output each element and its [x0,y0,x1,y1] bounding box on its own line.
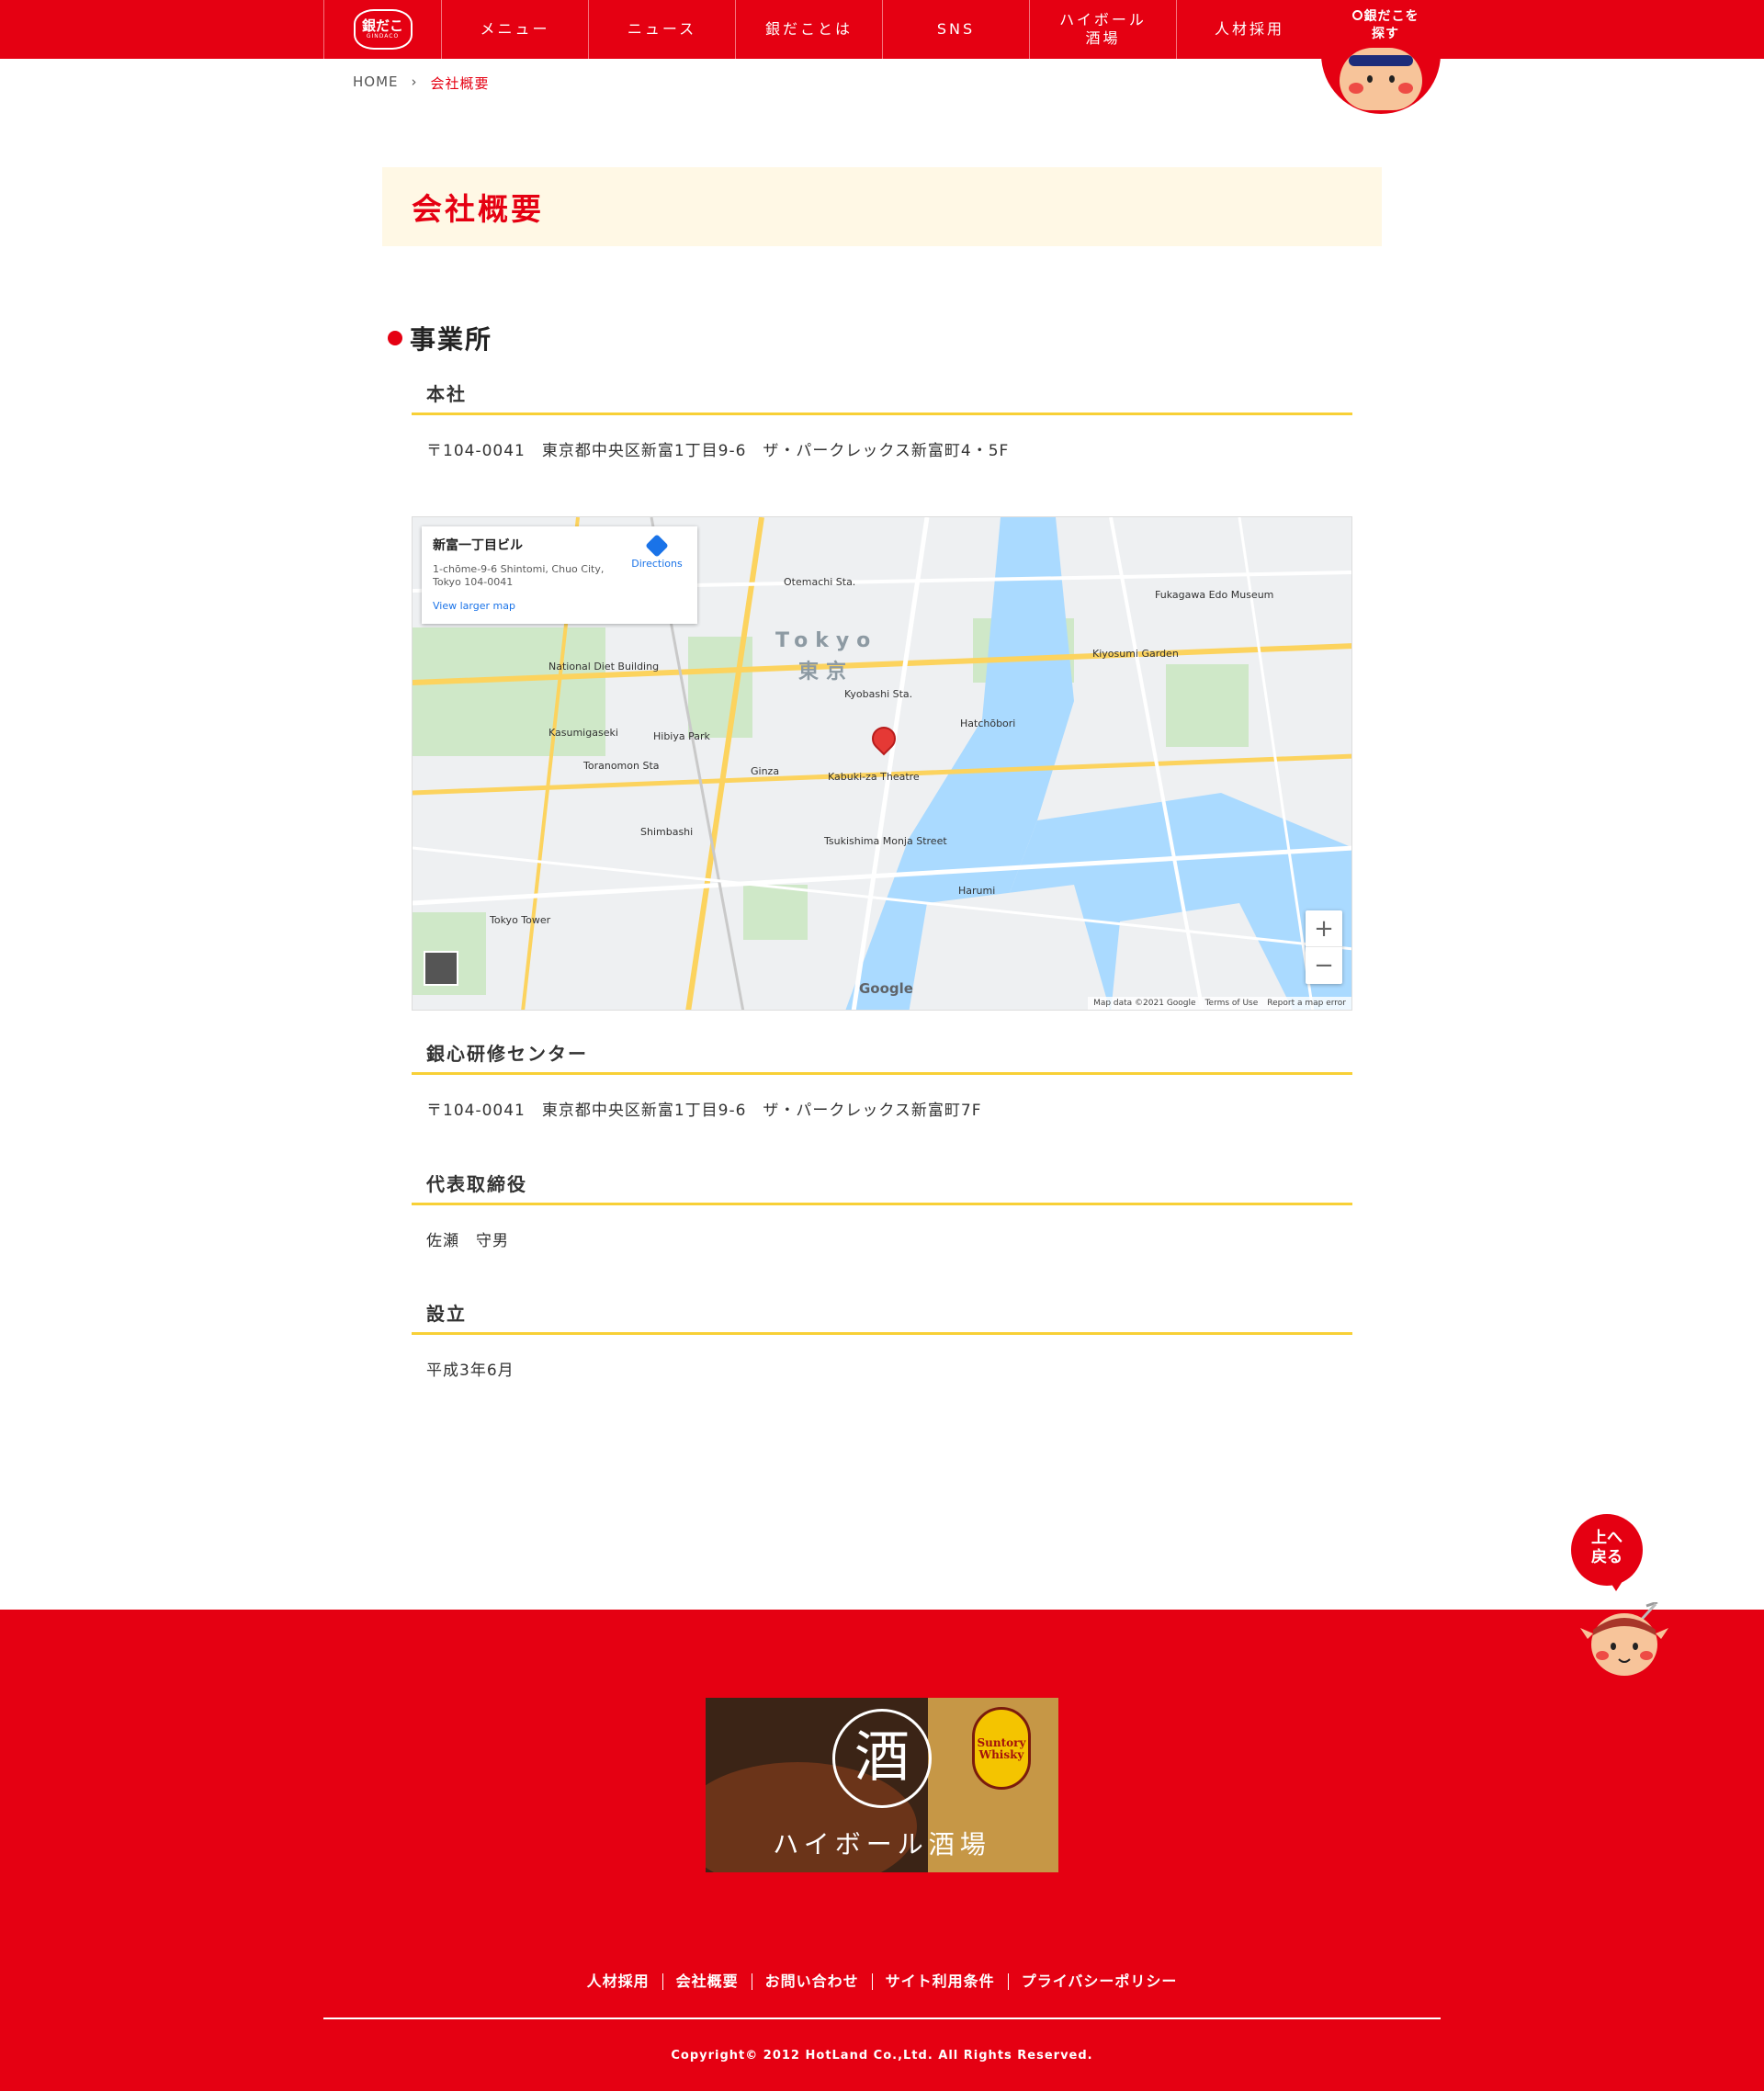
map-label-tokyo-en: Tokyo [775,629,878,652]
footer-link-company[interactable]: 会社概要 [662,1973,752,1990]
site-logo: 銀だこ GINDACO [353,9,413,50]
mascot-eye [1367,75,1373,83]
map-label-hibiya: Hibiya Park [653,730,710,742]
store-search-label: 銀だこを 探す [1340,8,1431,43]
mascot-headband [1349,55,1413,66]
hq-block: 本社 〒104-0041 東京都中央区新富1丁目9-6 ザ・パークレックス新富町… [412,379,1352,460]
footer-link-privacy[interactable]: プライバシーポリシー [1007,1973,1191,1990]
training-address: 〒104-0041 東京都中央区新富1丁目9-6 ザ・パークレックス新富町7F [426,1102,982,1120]
map-place-address: 1-chōme-9-6 Shintomi, Chuo City, Tokyo 1… [433,563,605,588]
map-data-credit: Map data ©2021 Google [1093,999,1196,1008]
breadcrumb-home[interactable]: HOME [353,73,399,93]
directions-label: Directions [631,558,683,570]
back-to-top-label: 上へ 戻る [1591,1529,1623,1566]
whisky-logo: Suntory Whisky [972,1707,1031,1790]
map-label-harumi: Harumi [958,885,996,897]
mascot-cheek [1398,83,1413,94]
map-label-tsukishima: Tsukishima Monja Street [824,835,947,847]
map-label-otemachi: Otemachi Sta. [784,576,856,588]
logo-text: 銀だこ [361,17,403,34]
ceo-block: 代表取締役 佐瀬 守男 [412,1169,1352,1250]
footer-link-contact[interactable]: お問い合わせ [751,1973,872,1990]
mascot-icon [1340,48,1422,110]
hq-label: 本社 [412,379,1352,415]
footer-links: 人材採用 会社概要 お問い合わせ サイト利用条件 プライバシーポリシー [0,1973,1764,1990]
takoyaki-mascot-icon[interactable] [1580,1602,1668,1681]
banner-caption: ハイボール酒場 [773,1829,991,1859]
map-label-kabukiza: Kabuki-za Theatre [828,771,920,783]
google-map[interactable]: Tokyo 東京 Hibiya Park Ginza Kabuki-za The… [412,516,1352,1011]
map-attribution: Map data ©2021 Google Terms of Use Repor… [1088,997,1351,1010]
nav-item-highball[interactable]: ハイボール 酒場 [1029,0,1176,59]
map-zoom-control: + − [1306,910,1342,984]
map-label-kyobashi: Kyobashi Sta. [844,688,913,700]
site-header: 銀だこ GINDACO メニュー ニュース 銀だことは SNS ハイボール 酒場… [0,0,1764,114]
map-label-fukagawa: Fukagawa Edo Museum [1155,589,1274,601]
google-logo: Google [859,980,913,997]
back-to-top-button[interactable]: 上へ 戻る [1571,1514,1643,1586]
map-label-hatchobori: Hatchōbori [960,718,1016,729]
map-label-tokyo-tower: Tokyo Tower [490,914,551,926]
mascot-cheek [1349,83,1363,94]
section-heading: 事業所 [388,320,492,356]
zoom-in-button[interactable]: + [1306,910,1342,947]
nav-item-highball-label: ハイボール 酒場 [1059,11,1147,47]
nav-item-menu[interactable]: メニュー [441,0,588,59]
page-title-box: 会社概要 [382,167,1382,246]
founded-block: 設立 平成3年6月 [412,1298,1352,1380]
view-larger-map-link[interactable]: View larger map [433,600,686,612]
global-nav: 銀だこ GINDACO メニュー ニュース 銀だことは SNS ハイボール 酒場… [323,0,1441,59]
footer-link-terms[interactable]: サイト利用条件 [871,1973,1008,1990]
hq-address: 〒104-0041 東京都中央区新富1丁目9-6 ザ・パークレックス新富町4・5… [426,442,1010,460]
directions-button[interactable]: Directions [628,534,686,570]
store-search-button[interactable]: 銀だこを 探す [1321,0,1441,114]
breadcrumb: HOME › 会社概要 [353,73,490,93]
copyright: Copyright© 2012 HotLand Co.,Ltd. All Rig… [671,2049,1093,2063]
breadcrumb-separator: › [411,73,418,90]
page-title: 会社概要 [412,191,544,227]
map-terms-link[interactable]: Terms of Use [1205,997,1259,1010]
map-info-card: 新富一丁目ビル 1-chōme-9-6 Shintomi, Chuo City,… [422,526,697,624]
site-logo-link[interactable]: 銀だこ GINDACO [323,0,441,59]
ceo-label: 代表取締役 [412,1169,1352,1205]
map-label-tokyo-ja: 東京 [798,661,854,684]
map-label-ginza: Ginza [751,765,780,777]
section-title: 事業所 [410,324,493,355]
map-label-national-diet: National Diet Building [548,661,660,673]
nav-item-recruit[interactable]: 人材採用 [1176,0,1323,59]
highball-banner[interactable]: Suntory Whisky 酒 ハイボール酒場 [706,1698,1058,1872]
mascot-eye [1389,75,1395,83]
nav-item-news[interactable]: ニュース [588,0,735,59]
speech-tail [1608,1578,1624,1591]
logo-subtext: GINDACO [366,33,400,40]
footer-divider [323,2018,1441,2019]
map-label-kasumigaseki: Kasumigaseki [548,727,618,739]
training-label: 銀心研修センター [412,1038,1352,1075]
site-footer: Suntory Whisky 酒 ハイボール酒場 人材採用 会社概要 お問い合わ… [0,1610,1764,2091]
founded-label: 設立 [412,1298,1352,1335]
zoom-out-button[interactable]: − [1306,947,1342,984]
sake-seal-icon: 酒 [832,1709,932,1808]
ceo-name: 佐瀬 守男 [426,1232,509,1250]
footer-link-recruit[interactable]: 人材採用 [574,1973,662,1990]
training-block: 銀心研修センター 〒104-0041 東京都中央区新富1丁目9-6 ザ・パークレ… [412,1038,1352,1120]
nav-item-sns[interactable]: SNS [882,0,1029,59]
nav-item-about[interactable]: 銀だことは [735,0,882,59]
search-icon [1351,10,1363,20]
store-search-text: 銀だこを 探す [1363,9,1419,41]
street-view-icon[interactable] [424,951,458,986]
map-label-kiyosumi: Kiyosumi Garden [1092,648,1179,660]
founded-date: 平成3年6月 [426,1362,514,1380]
map-label-toranomon: Toranomon Sta [583,760,660,772]
map-label-shimbashi: Shimbashi [640,826,694,838]
map-report-link[interactable]: Report a map error [1267,997,1346,1010]
directions-icon [645,534,669,558]
bullet-dot-icon [388,331,402,345]
breadcrumb-current: 会社概要 [430,75,490,92]
